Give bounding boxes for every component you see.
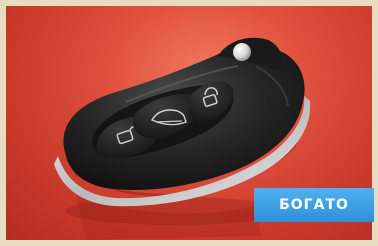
- badge: БОГАТО: [254, 188, 374, 222]
- badge-label: БОГАТО: [279, 197, 349, 213]
